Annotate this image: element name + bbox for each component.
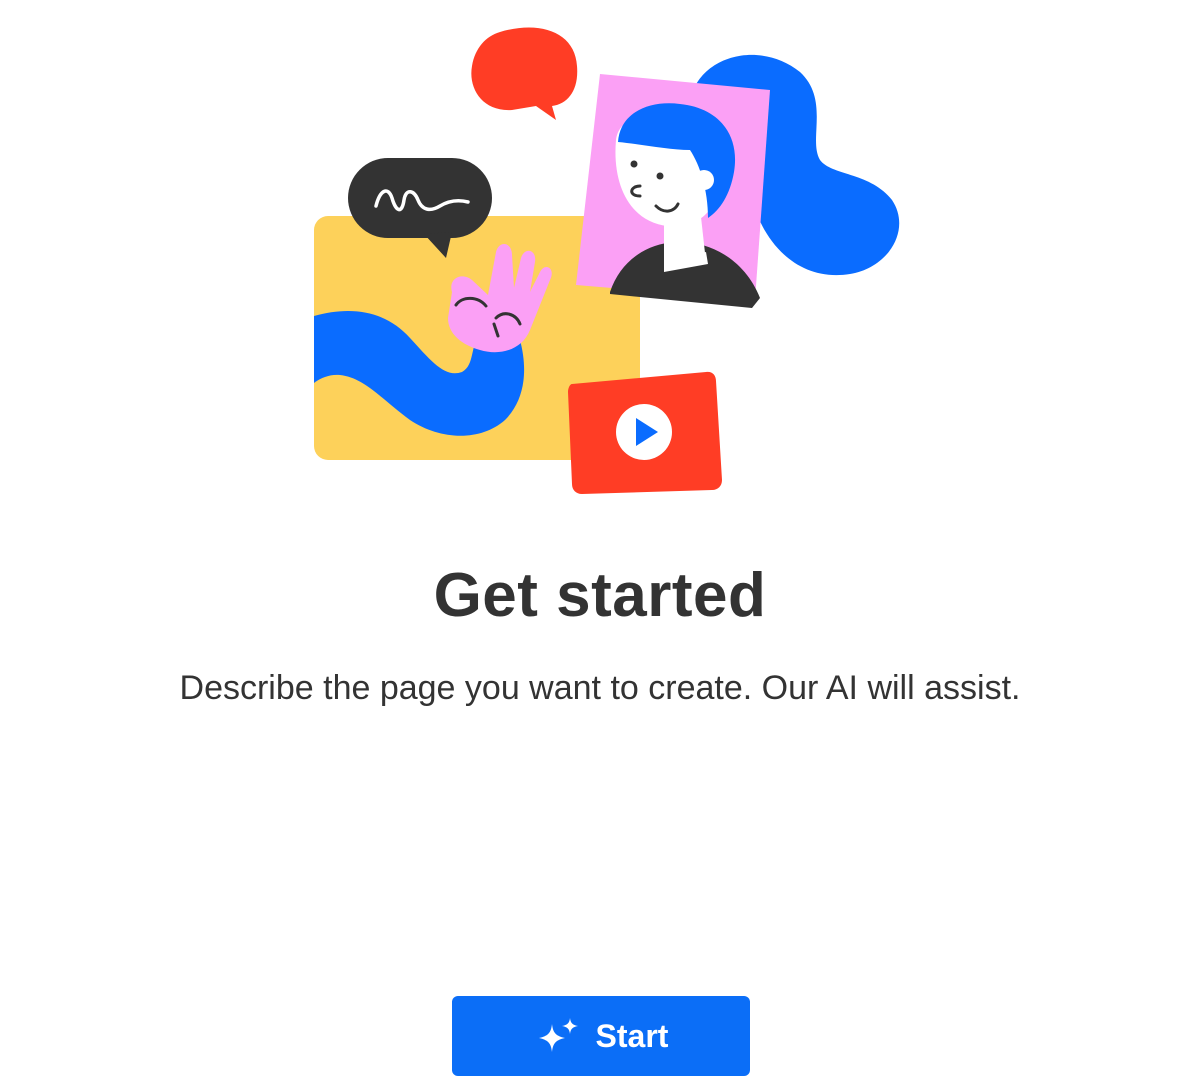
- profile-card-shape: [576, 54, 900, 308]
- sparkles-icon: [534, 1016, 582, 1056]
- start-button[interactable]: Start: [452, 996, 750, 1076]
- page-title: Get started: [433, 561, 767, 630]
- get-started-page: Get started Describe the page you want t…: [0, 0, 1200, 1076]
- page-subtitle: Describe the page you want to create. Ou…: [179, 669, 1021, 707]
- onboarding-illustration: [314, 27, 900, 494]
- red-speech-bubble-icon: [471, 27, 578, 120]
- start-button-label: Start: [595, 1017, 669, 1054]
- video-card-icon: [568, 371, 722, 494]
